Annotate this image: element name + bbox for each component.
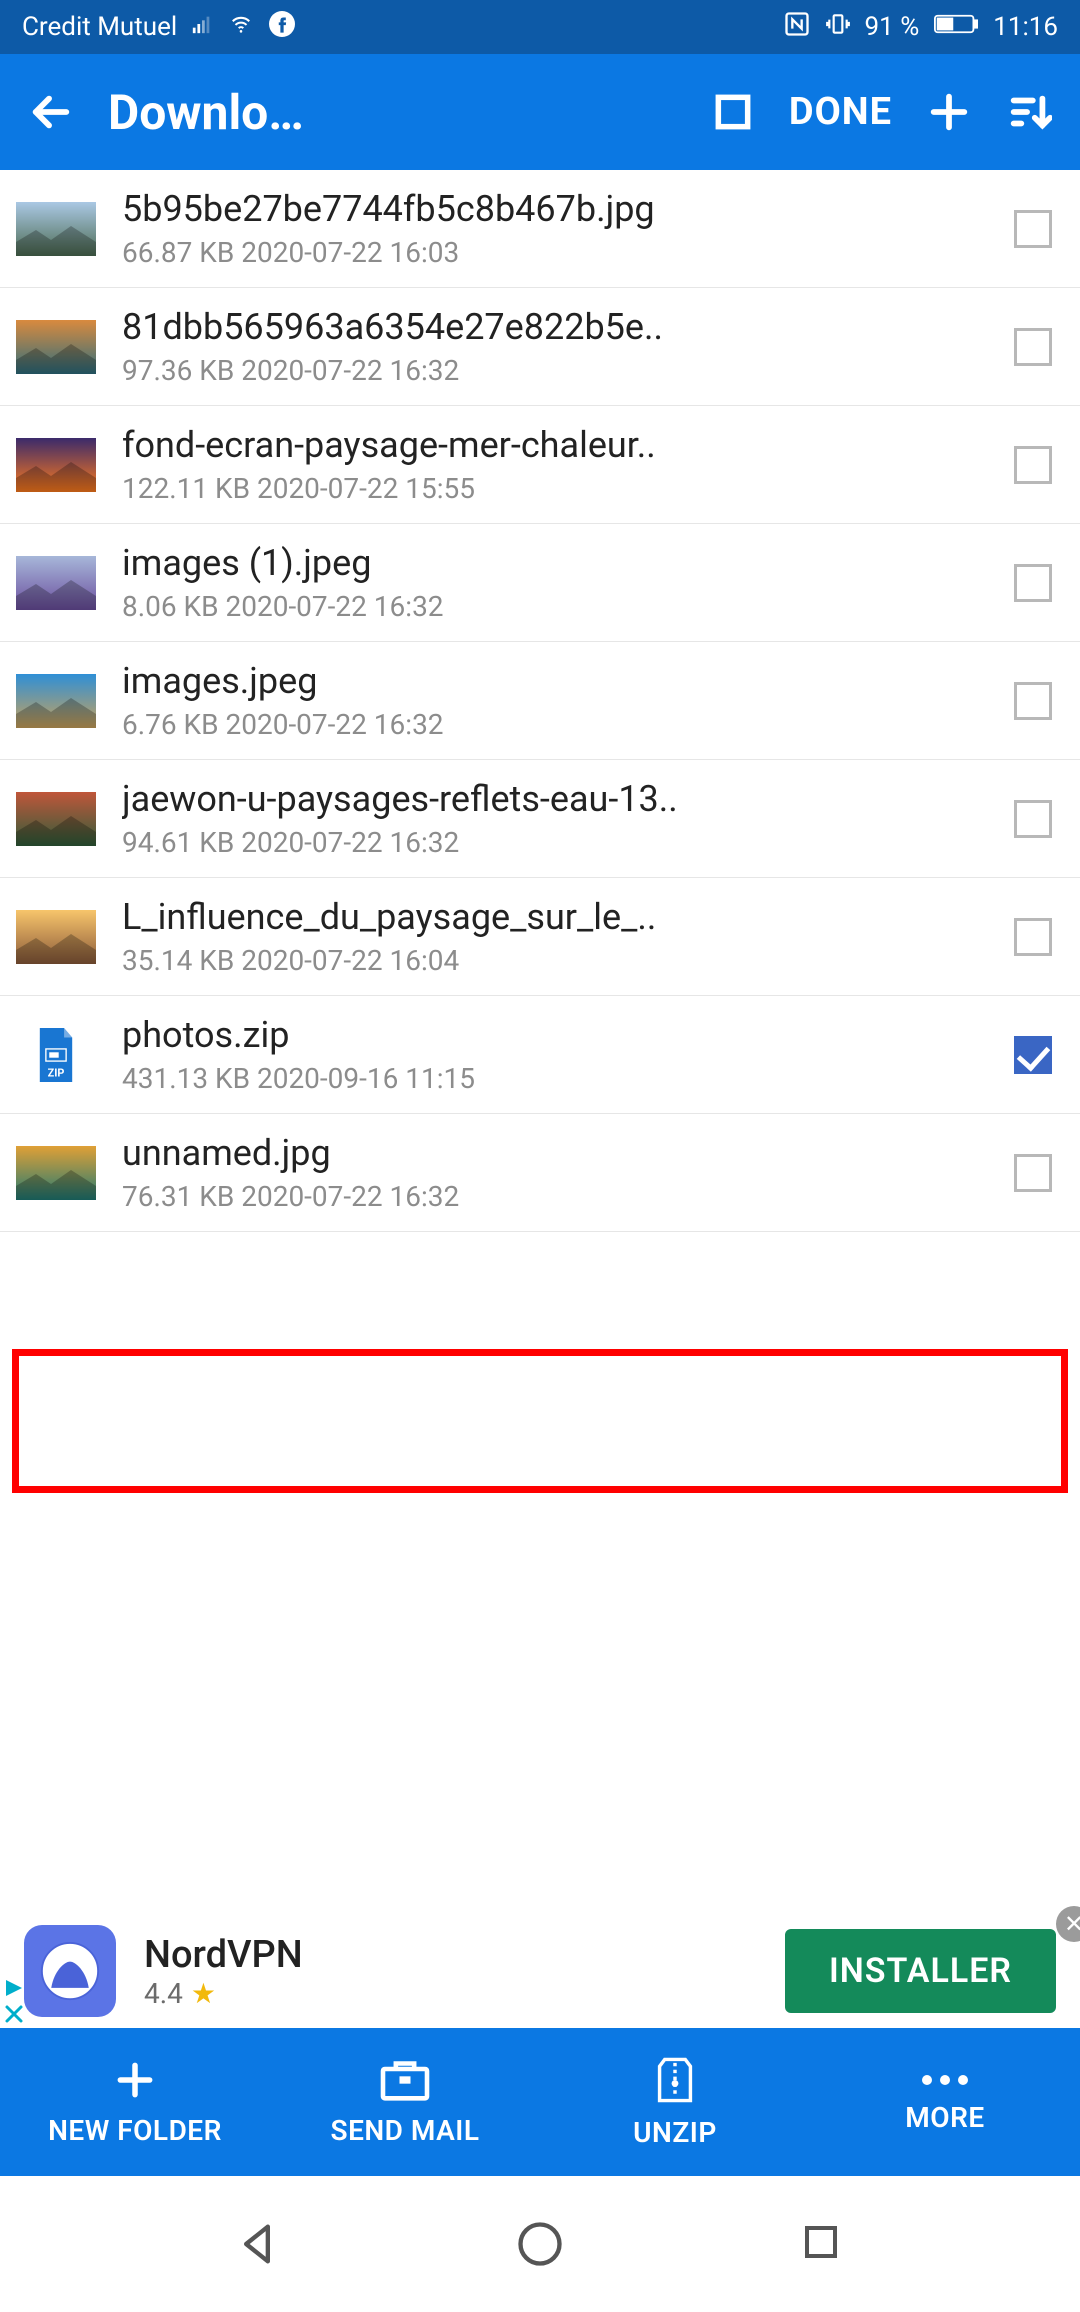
image-thumbnail bbox=[16, 202, 96, 256]
file-name: jaewon-u-paysages-reflets-eau-13.. bbox=[122, 778, 988, 820]
file-name: photos.zip bbox=[122, 1014, 988, 1056]
send-mail-label: SEND MAIL bbox=[330, 2114, 479, 2147]
nav-home-icon[interactable] bbox=[514, 2218, 566, 2270]
file-checkbox[interactable] bbox=[1014, 1036, 1052, 1074]
ad-close-icon[interactable]: ✕ bbox=[1056, 1906, 1080, 1942]
file-checkbox[interactable] bbox=[1014, 210, 1052, 248]
file-meta: 66.87 KB 2020-07-22 16:03 bbox=[122, 236, 988, 269]
send-mail-button[interactable]: SEND MAIL bbox=[270, 2028, 540, 2176]
unzip-label: UNZIP bbox=[633, 2116, 717, 2149]
svg-text:ZIP: ZIP bbox=[48, 1066, 65, 1079]
new-folder-label: NEW FOLDER bbox=[48, 2114, 222, 2147]
file-info: fond-ecran-paysage-mer-chaleur.. 122.11 K… bbox=[122, 424, 988, 505]
file-info: L_influence_du_paysage_sur_le_.. 35.14 KB… bbox=[122, 896, 988, 977]
file-meta: 122.11 KB 2020-07-22 15:55 bbox=[122, 472, 988, 505]
file-info: jaewon-u-paysages-reflets-eau-13.. 94.61 … bbox=[122, 778, 988, 859]
ad-title: NordVPN bbox=[144, 1933, 303, 1977]
file-row[interactable]: L_influence_du_paysage_sur_le_.. 35.14 KB… bbox=[0, 878, 1080, 996]
file-info: unnamed.jpg 76.31 KB 2020-07-22 16:32 bbox=[122, 1132, 988, 1213]
image-thumbnail bbox=[16, 320, 96, 374]
ad-text[interactable]: NordVPN 4.4★ bbox=[144, 1933, 303, 2010]
file-checkbox[interactable] bbox=[1014, 564, 1052, 602]
select-all-icon[interactable] bbox=[711, 90, 755, 134]
carrier-label: Credit Mutuel bbox=[22, 12, 177, 42]
file-checkbox[interactable] bbox=[1014, 682, 1052, 720]
file-name: L_influence_du_paysage_sur_le_.. bbox=[122, 896, 988, 938]
file-info: images (1).jpeg 8.06 KB 2020-07-22 16:32 bbox=[122, 542, 988, 623]
file-row[interactable]: fond-ecran-paysage-mer-chaleur.. 122.11 K… bbox=[0, 406, 1080, 524]
ad-app-icon[interactable] bbox=[24, 1925, 116, 2017]
back-icon[interactable] bbox=[28, 89, 74, 135]
clock-label: 11:16 bbox=[993, 12, 1058, 42]
image-thumbnail bbox=[16, 1146, 96, 1200]
file-checkbox[interactable] bbox=[1014, 446, 1052, 484]
facebook-icon bbox=[269, 11, 295, 44]
new-folder-button[interactable]: NEW FOLDER bbox=[0, 2028, 270, 2176]
file-meta: 76.31 KB 2020-07-22 16:32 bbox=[122, 1180, 988, 1213]
add-icon[interactable] bbox=[926, 89, 972, 135]
battery-icon bbox=[933, 12, 979, 42]
file-name: unnamed.jpg bbox=[122, 1132, 988, 1174]
file-meta: 8.06 KB 2020-07-22 16:32 bbox=[122, 590, 988, 623]
file-info: 81dbb565963a6354e27e822b5e.. 97.36 KB 202… bbox=[122, 306, 988, 387]
screen-title: Downlo… bbox=[108, 84, 677, 141]
more-button[interactable]: MORE bbox=[810, 2028, 1080, 2176]
file-checkbox[interactable] bbox=[1014, 918, 1052, 956]
adchoices-icon[interactable] bbox=[2, 1976, 26, 2026]
file-info: 5b95be27be7744fb5c8b467b.jpg 66.87 KB 202… bbox=[122, 188, 988, 269]
unzip-button[interactable]: UNZIP bbox=[540, 2028, 810, 2176]
done-button[interactable]: DONE bbox=[789, 90, 892, 134]
file-meta: 97.36 KB 2020-07-22 16:32 bbox=[122, 354, 988, 387]
zip-file-icon: ZIP bbox=[24, 1015, 88, 1095]
file-meta: 94.61 KB 2020-07-22 16:32 bbox=[122, 826, 988, 859]
signal-icon bbox=[191, 12, 213, 42]
ad-install-button[interactable]: INSTALLER bbox=[785, 1929, 1056, 2013]
bottom-action-bar: NEW FOLDER SEND MAIL UNZIP MORE bbox=[0, 2028, 1080, 2176]
file-row[interactable]: jaewon-u-paysages-reflets-eau-13.. 94.61 … bbox=[0, 760, 1080, 878]
annotation-selected-row bbox=[12, 1349, 1068, 1493]
star-icon: ★ bbox=[191, 1977, 216, 2010]
ad-banner: NordVPN 4.4★ INSTALLER ✕ bbox=[0, 1914, 1080, 2028]
vibrate-icon bbox=[825, 10, 851, 45]
file-name: images.jpeg bbox=[122, 660, 988, 702]
sort-icon[interactable] bbox=[1006, 89, 1052, 135]
file-meta: 6.76 KB 2020-07-22 16:32 bbox=[122, 708, 988, 741]
image-thumbnail bbox=[16, 438, 96, 492]
file-name: images (1).jpeg bbox=[122, 542, 988, 584]
image-thumbnail bbox=[16, 792, 96, 846]
image-thumbnail bbox=[16, 910, 96, 964]
status-bar: Credit Mutuel 91 % 11:16 bbox=[0, 0, 1080, 54]
file-row[interactable]: unnamed.jpg 76.31 KB 2020-07-22 16:32 bbox=[0, 1114, 1080, 1232]
image-thumbnail bbox=[16, 556, 96, 610]
file-row[interactable]: images.jpeg 6.76 KB 2020-07-22 16:32 bbox=[0, 642, 1080, 760]
file-meta: 35.14 KB 2020-07-22 16:04 bbox=[122, 944, 988, 977]
image-thumbnail bbox=[16, 674, 96, 728]
file-name: fond-ecran-paysage-mer-chaleur.. bbox=[122, 424, 988, 466]
nav-back-icon[interactable] bbox=[231, 2218, 283, 2270]
file-checkbox[interactable] bbox=[1014, 800, 1052, 838]
file-info: photos.zip 431.13 KB 2020-09-16 11:15 bbox=[122, 1014, 988, 1095]
file-info: images.jpeg 6.76 KB 2020-07-22 16:32 bbox=[122, 660, 988, 741]
system-nav-bar bbox=[0, 2176, 1080, 2312]
nfc-icon bbox=[783, 10, 811, 45]
file-list: 5b95be27be7744fb5c8b467b.jpg 66.87 KB 202… bbox=[0, 170, 1080, 1232]
file-checkbox[interactable] bbox=[1014, 328, 1052, 366]
file-row[interactable]: 81dbb565963a6354e27e822b5e.. 97.36 KB 202… bbox=[0, 288, 1080, 406]
file-checkbox[interactable] bbox=[1014, 1154, 1052, 1192]
battery-percent: 91 % bbox=[865, 12, 920, 42]
more-label: MORE bbox=[905, 2101, 984, 2134]
wifi-icon bbox=[227, 12, 255, 42]
file-row[interactable]: 5b95be27be7744fb5c8b467b.jpg 66.87 KB 202… bbox=[0, 170, 1080, 288]
file-name: 81dbb565963a6354e27e822b5e.. bbox=[122, 306, 988, 348]
file-row[interactable]: images (1).jpeg 8.06 KB 2020-07-22 16:32 bbox=[0, 524, 1080, 642]
file-meta: 431.13 KB 2020-09-16 11:15 bbox=[122, 1062, 988, 1095]
nav-recent-icon[interactable] bbox=[797, 2218, 849, 2270]
app-bar: Downlo… DONE bbox=[0, 54, 1080, 170]
file-name: 5b95be27be7744fb5c8b467b.jpg bbox=[122, 188, 988, 230]
file-row[interactable]: ZIP photos.zip 431.13 KB 2020-09-16 11:15 bbox=[0, 996, 1080, 1114]
ad-rating: 4.4 bbox=[144, 1977, 183, 2010]
